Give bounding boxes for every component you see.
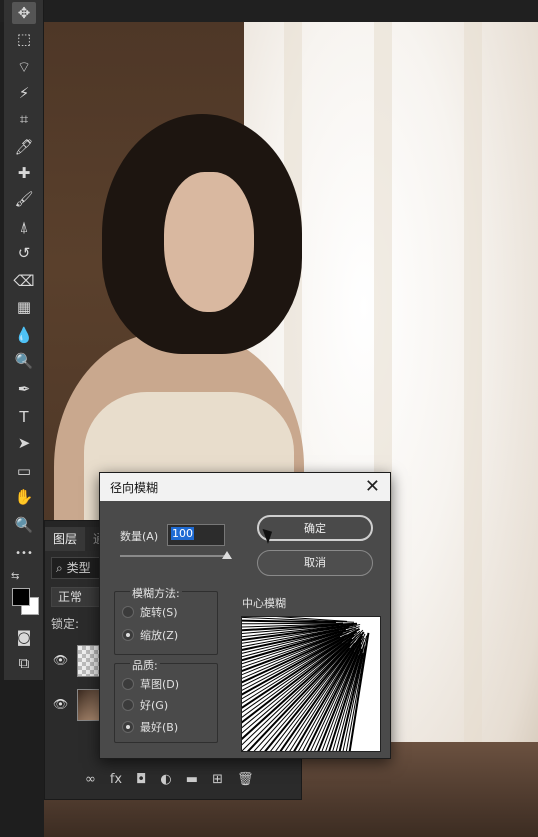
radio-spin-button[interactable] [122,606,134,618]
amount-label: 数量(A) [120,530,159,543]
clone-stamp-tool-icon[interactable]: ⍋ [12,216,36,238]
close-icon[interactable]: ✕ [365,478,380,496]
radio-zoom-label: 缩放(Z) [140,629,179,642]
cancel-button[interactable]: 取消 [257,550,373,576]
new-group-icon[interactable]: ▬ [186,772,198,787]
radio-best-label: 最好(B) [140,721,179,734]
layers-footer: ∞ fx ◘ ◐ ▬ ⊞ 🗑 [85,769,305,789]
link-layers-icon[interactable]: ∞ [85,772,96,787]
dialog-title: 径向模糊 [110,480,159,495]
hand-tool-icon[interactable]: ✋ [12,486,36,508]
eraser-tool-icon[interactable]: ⌫ [12,270,36,292]
radial-blur-dialog: 径向模糊 ✕ 数量(A) 100 确定 取消 模糊方法: 旋转(S) 缩放(Z)… [99,472,391,759]
radio-good-label: 好(G) [140,699,169,712]
quick-mask-icon[interactable]: ◙ [12,626,36,648]
dodge-tool-icon[interactable]: 🔍 [12,350,36,372]
crop-tool-icon[interactable]: ⌗ [12,108,36,130]
type-tool-icon[interactable]: T [12,406,36,428]
amount-slider-thumb[interactable] [222,551,232,559]
marquee-tool-icon[interactable]: ⬚ [12,28,36,50]
pen-tool-icon[interactable]: ✒ [12,378,36,400]
amount-value: 100 [171,527,194,540]
canvas-figure-face [164,172,254,312]
canvas-curtain-fold [464,22,482,837]
add-mask-icon[interactable]: ◘ [136,772,146,787]
layer-row[interactable]: 👁 [45,685,101,725]
magic-wand-tool-icon[interactable]: ⚡ [12,82,36,104]
radio-draft-button[interactable] [122,678,134,690]
brush-tool-icon[interactable]: 🖌 [12,188,36,210]
search-icon: ⌕ [56,561,63,575]
screen-mode-icon[interactable]: ⧉ [12,652,36,674]
blur-tool-icon[interactable]: 💧 [12,324,36,346]
eye-icon[interactable]: 👁 [53,697,68,711]
amount-input[interactable]: 100 [167,524,225,546]
top-bar [0,0,538,22]
blur-center-label: 中心模糊 [242,597,286,610]
foreground-color-swatch[interactable] [12,588,30,606]
radio-good[interactable]: 好(G) [122,697,168,713]
radio-draft-label: 草图(D) [140,678,180,691]
ok-button[interactable]: 确定 [257,515,373,541]
radio-good-button[interactable] [122,699,134,711]
history-brush-tool-icon[interactable]: ↺ [12,242,36,264]
healing-brush-tool-icon[interactable]: ✚ [12,162,36,184]
zoom-rays-preview [242,617,370,751]
radio-spin-label: 旋转(S) [140,606,178,619]
layer-filter-label: 类型 [66,561,91,575]
quality-label: 品质: [130,657,160,673]
delete-layer-icon[interactable]: 🗑 [237,772,254,787]
move-tool-icon[interactable]: ✥ [12,2,36,24]
tools-panel: ✥ ⬚ ⌔ ⚡ ⌗ 🖊 ✚ 🖌 ⍋ ↺ ⌫ ▦ 💧 🔍 ✒ T ➤ ▭ ✋ 🔍 ••• ⇆ ◙ ⧉ [4,0,44,680]
rectangle-tool-icon[interactable]: ▭ [12,460,36,482]
zoom-tool-icon[interactable]: 🔍 [12,514,36,536]
adjustment-layer-icon[interactable]: ◐ [160,772,171,787]
lasso-tool-icon[interactable]: ⌔ [12,56,36,78]
swap-colors-icon[interactable]: ⇆ [11,571,19,582]
radio-best-button[interactable] [122,721,134,733]
eye-icon[interactable]: 👁 [53,653,68,667]
blur-center-preview[interactable] [241,616,381,752]
lock-label: 锁定: [51,617,80,631]
dialog-titlebar[interactable]: 径向模糊 ✕ [100,473,390,501]
radio-zoom-button[interactable] [122,629,134,641]
radio-draft[interactable]: 草图(D) [122,676,179,692]
fx-icon[interactable]: fx [110,772,122,787]
layer-row[interactable]: 👁 [45,641,101,681]
layer-thumbnail [77,689,101,721]
amount-slider-track[interactable] [120,555,230,557]
radio-zoom[interactable]: 缩放(Z) [122,627,178,643]
more-tools-icon[interactable]: ••• [12,542,36,564]
radio-spin[interactable]: 旋转(S) [122,604,178,620]
tab-layers[interactable]: 图层 [45,527,86,551]
layer-thumbnail [77,645,101,677]
new-layer-icon[interactable]: ⊞ [212,772,223,787]
path-selection-tool-icon[interactable]: ➤ [12,432,36,454]
radio-best[interactable]: 最好(B) [122,719,178,735]
gradient-tool-icon[interactable]: ▦ [12,296,36,318]
eyedropper-tool-icon[interactable]: 🖊 [12,136,36,158]
blur-method-label: 模糊方法: [130,585,182,601]
